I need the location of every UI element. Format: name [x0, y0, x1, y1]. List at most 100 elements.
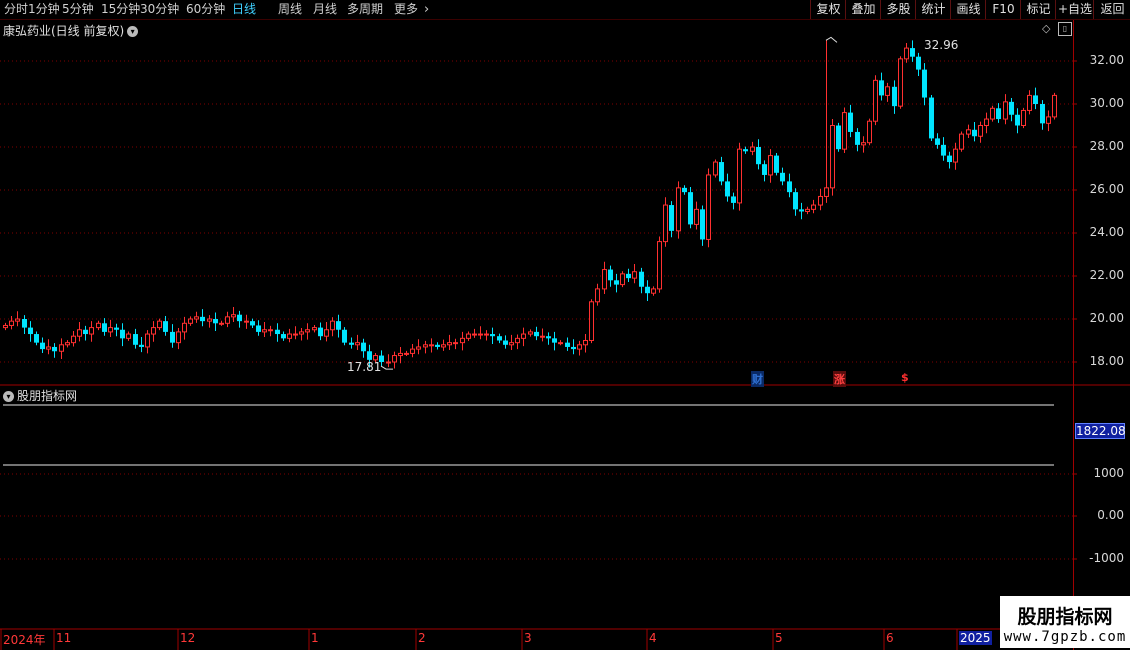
candle-body: [447, 342, 452, 346]
candle-body: [978, 125, 983, 137]
candle-body: [9, 320, 14, 326]
candle-body: [324, 329, 329, 337]
toolbar-button-2[interactable]: 多股: [880, 0, 916, 19]
candle-body: [799, 209, 804, 212]
y-tick-label: 30.00: [1089, 96, 1124, 110]
watermark-url: www.7gpzb.com: [1003, 629, 1127, 645]
toolbar-button-0[interactable]: 复权: [810, 0, 846, 19]
more-arrow-icon[interactable]: ›: [424, 1, 429, 18]
candle-body: [96, 322, 101, 329]
candle-body: [528, 331, 533, 335]
period-toolbar: 分时 1分钟 5分钟 15分钟 30分钟 60分钟 日线 周线 月线 多周期 更多 › 复权 叠加 多股 统计…: [0, 0, 1130, 20]
indicator-y-tick-label: 0.00: [1097, 508, 1124, 522]
period-tab-0[interactable]: 分时: [4, 1, 28, 18]
event-marker-1[interactable]: 涨: [833, 371, 846, 387]
candle-body: [577, 344, 582, 350]
toolbar-button-1[interactable]: 叠加: [845, 0, 881, 19]
candle-body: [15, 318, 20, 322]
period-tab-10[interactable]: 更多: [394, 1, 418, 18]
y-tick-label: 20.00: [1089, 311, 1124, 325]
period-tab-2[interactable]: 5分钟: [62, 1, 94, 18]
candle-body: [879, 80, 884, 96]
candle-body: [1015, 114, 1020, 126]
candle-body: [503, 340, 508, 345]
panel-toggle-icon[interactable]: ▯: [1058, 22, 1072, 36]
candle-body: [632, 271, 637, 279]
period-tab-6[interactable]: 日线: [232, 1, 256, 18]
candle-body: [484, 333, 489, 336]
x-axis-label: 6: [886, 631, 894, 645]
period-tab-3[interactable]: 15分钟: [101, 1, 140, 18]
candle-body: [861, 142, 866, 146]
candle-body: [275, 329, 280, 335]
candle-body: [824, 187, 829, 197]
candle-body: [867, 120, 872, 144]
candle-body: [774, 155, 779, 173]
candle-body: [546, 336, 551, 339]
candle-body: [108, 327, 113, 333]
candle-body: [194, 316, 199, 320]
candle-body: [639, 271, 644, 287]
period-tab-5[interactable]: 60分钟: [186, 1, 225, 18]
candle-body: [583, 340, 588, 346]
candle-body: [299, 331, 304, 335]
candle-body: [571, 346, 576, 350]
candle-body: [102, 323, 107, 332]
candle-body: [996, 108, 1001, 120]
toolbar-button-6[interactable]: 标记: [1020, 0, 1056, 19]
x-axis-label: 2025: [959, 631, 992, 645]
toolbar-button-8[interactable]: 返回: [1093, 0, 1130, 19]
diamond-icon[interactable]: ◇: [1042, 22, 1050, 35]
chevron-down-icon[interactable]: ▾: [127, 26, 139, 37]
candle-body: [916, 56, 921, 70]
candle-body: [268, 329, 273, 332]
candle-body: [1052, 94, 1057, 118]
candle-body: [145, 333, 150, 348]
event-marker-0[interactable]: 财: [751, 371, 764, 387]
candle-body: [472, 333, 477, 336]
period-tab-4[interactable]: 30分钟: [140, 1, 179, 18]
period-tab-1[interactable]: 1分钟: [28, 1, 60, 18]
candle-body: [441, 344, 446, 348]
candle-body: [719, 162, 724, 182]
candle-body: [59, 344, 64, 352]
candle-body: [558, 342, 563, 345]
y-tick-label: 26.00: [1089, 182, 1124, 196]
candle-body: [1009, 101, 1014, 115]
candle-body: [133, 334, 138, 345]
candle-body: [595, 288, 600, 303]
candle-body: [688, 192, 693, 225]
candle-body: [892, 86, 897, 107]
period-tab-8[interactable]: 月线: [313, 1, 337, 18]
candle-body: [404, 352, 409, 355]
toolbar-button-7[interactable]: +自选: [1055, 0, 1094, 19]
toolbar-button-5[interactable]: F10: [985, 0, 1021, 19]
watermark: 股朋指标网 www.7gpzb.com: [1000, 596, 1130, 648]
toolbar-button-4[interactable]: 画线: [950, 0, 986, 19]
period-tab-7[interactable]: 周线: [278, 1, 302, 18]
candle-body: [40, 342, 45, 350]
candle-body: [139, 344, 144, 347]
watermark-title: 股朋指标网: [1017, 606, 1113, 628]
candle-body: [762, 164, 767, 175]
period-tab-9[interactable]: 多周期: [347, 1, 383, 18]
candle-body: [244, 320, 249, 323]
candle-body: [77, 329, 82, 337]
candle-body: [83, 329, 88, 335]
candle-body: [22, 319, 27, 328]
kline-chart[interactable]: [0, 20, 1130, 650]
x-axis-label: 12: [180, 631, 196, 645]
candle-body: [497, 336, 502, 341]
candle-body: [836, 125, 841, 150]
candle-body: [312, 327, 317, 331]
x-axis-label: 1: [311, 631, 319, 645]
candle-body: [947, 155, 952, 163]
toolbar-button-3[interactable]: 统计: [915, 0, 951, 19]
candle-body: [182, 322, 187, 333]
candle-body: [552, 338, 557, 343]
chevron-down-icon[interactable]: ▾: [3, 391, 14, 402]
candle-body: [305, 329, 310, 333]
event-marker-2[interactable]: $: [900, 371, 910, 384]
candle-body: [700, 209, 705, 240]
candle-body: [1033, 95, 1038, 104]
